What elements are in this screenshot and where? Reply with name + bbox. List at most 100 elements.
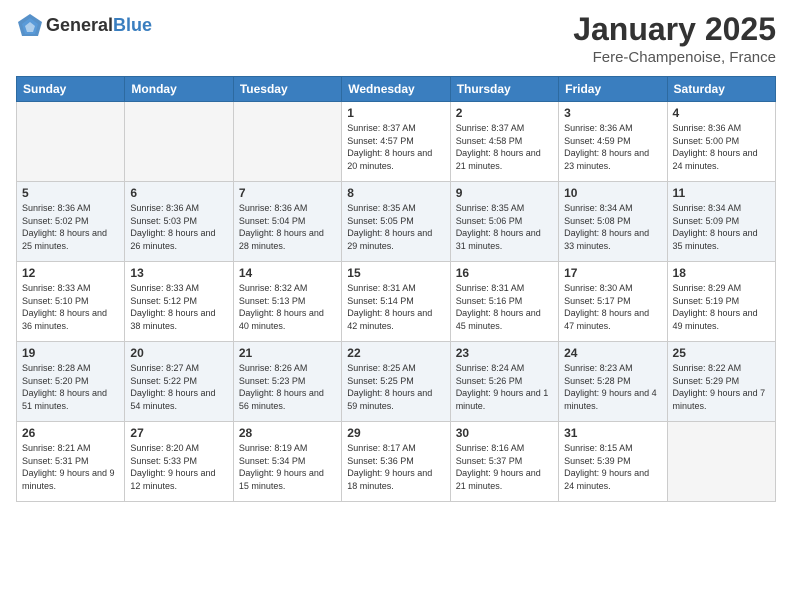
day-info: Sunrise: 8:37 AM Sunset: 4:57 PM Dayligh… — [347, 122, 444, 172]
calendar-cell: 9Sunrise: 8:35 AM Sunset: 5:06 PM Daylig… — [450, 182, 558, 262]
day-info: Sunrise: 8:34 AM Sunset: 5:08 PM Dayligh… — [564, 202, 661, 252]
calendar-cell: 24Sunrise: 8:23 AM Sunset: 5:28 PM Dayli… — [559, 342, 667, 422]
day-number: 27 — [130, 426, 227, 440]
calendar-cell: 5Sunrise: 8:36 AM Sunset: 5:02 PM Daylig… — [17, 182, 125, 262]
day-number: 11 — [673, 186, 770, 200]
calendar-cell: 11 Sunrise: 8:34 AM Sunset: 5:09 PM Dayli… — [667, 182, 775, 262]
week-row-2: 5Sunrise: 8:36 AM Sunset: 5:02 PM Daylig… — [17, 182, 776, 262]
calendar-cell: 29Sunrise: 8:17 AM Sunset: 5:36 PM Dayli… — [342, 422, 450, 502]
calendar-cell: 16 Sunrise: 8:31 AM Sunset: 5:16 PM Dayli… — [450, 262, 558, 342]
weekday-header-row: SundayMondayTuesdayWednesdayThursdayFrid… — [17, 77, 776, 102]
day-number: 17 — [564, 266, 661, 280]
day-number: 23 — [456, 346, 553, 360]
day-info: Sunrise: 8:31 AM Sunset: 5:16 PM Dayligh… — [456, 282, 553, 332]
day-info: Sunrise: 8:35 AM Sunset: 5:05 PM Dayligh… — [347, 202, 444, 252]
calendar-cell: 1Sunrise: 8:37 AM Sunset: 4:57 PM Daylig… — [342, 102, 450, 182]
calendar-cell — [17, 102, 125, 182]
day-number: 26 — [22, 426, 119, 440]
weekday-header-sunday: Sunday — [17, 77, 125, 102]
location-title: Fere-Champenoise, France — [573, 49, 776, 66]
calendar-cell: 23Sunrise: 8:24 AM Sunset: 5:26 PM Dayli… — [450, 342, 558, 422]
day-info: Sunrise: 8:35 AM Sunset: 5:06 PM Dayligh… — [456, 202, 553, 252]
calendar-cell: 26 Sunrise: 8:21 AM Sunset: 5:31 PM Dayli… — [17, 422, 125, 502]
calendar-cell: 18 Sunrise: 8:29 AM Sunset: 5:19 PM Dayli… — [667, 262, 775, 342]
calendar-cell: 13 Sunrise: 8:33 AM Sunset: 5:12 PM Dayli… — [125, 262, 233, 342]
header: GeneralBlue January 2025 Fere-Champenois… — [16, 12, 776, 66]
day-number: 22 — [347, 346, 444, 360]
day-info: Sunrise: 8:36 AM Sunset: 5:00 PM Dayligh… — [673, 122, 770, 172]
day-number: 2 — [456, 106, 553, 120]
day-number: 13 — [130, 266, 227, 280]
calendar-cell: 2 Sunrise: 8:37 AM Sunset: 4:58 PM Daylig… — [450, 102, 558, 182]
day-info: Sunrise: 8:29 AM Sunset: 5:19 PM Dayligh… — [673, 282, 770, 332]
weekday-header-monday: Monday — [125, 77, 233, 102]
week-row-5: 26 Sunrise: 8:21 AM Sunset: 5:31 PM Dayli… — [17, 422, 776, 502]
calendar-cell: 19Sunrise: 8:28 AM Sunset: 5:20 PM Dayli… — [17, 342, 125, 422]
calendar-cell — [125, 102, 233, 182]
weekday-header-friday: Friday — [559, 77, 667, 102]
logo-text: GeneralBlue — [46, 16, 152, 36]
calendar-cell: 25 Sunrise: 8:22 AM Sunset: 5:29 PM Dayli… — [667, 342, 775, 422]
day-info: Sunrise: 8:26 AM Sunset: 5:23 PM Dayligh… — [239, 362, 336, 412]
day-info: Sunrise: 8:33 AM Sunset: 5:10 PM Dayligh… — [22, 282, 119, 332]
weekday-header-tuesday: Tuesday — [233, 77, 341, 102]
day-info: Sunrise: 8:34 AM Sunset: 5:09 PM Dayligh… — [673, 202, 770, 252]
calendar-cell: 17 Sunrise: 8:30 AM Sunset: 5:17 PM Dayli… — [559, 262, 667, 342]
calendar-cell: 12Sunrise: 8:33 AM Sunset: 5:10 PM Dayli… — [17, 262, 125, 342]
day-info: Sunrise: 8:36 AM Sunset: 5:04 PM Dayligh… — [239, 202, 336, 252]
calendar-table: SundayMondayTuesdayWednesdayThursdayFrid… — [16, 76, 776, 502]
day-info: Sunrise: 8:16 AM Sunset: 5:37 PM Dayligh… — [456, 442, 553, 492]
day-info: Sunrise: 8:31 AM Sunset: 5:14 PM Dayligh… — [347, 282, 444, 332]
day-number: 31 — [564, 426, 661, 440]
calendar-cell: 21Sunrise: 8:26 AM Sunset: 5:23 PM Dayli… — [233, 342, 341, 422]
calendar-cell — [233, 102, 341, 182]
calendar-cell: 28 Sunrise: 8:19 AM Sunset: 5:34 PM Dayli… — [233, 422, 341, 502]
day-info: Sunrise: 8:30 AM Sunset: 5:17 PM Dayligh… — [564, 282, 661, 332]
day-number: 14 — [239, 266, 336, 280]
calendar-cell: 7 Sunrise: 8:36 AM Sunset: 5:04 PM Daylig… — [233, 182, 341, 262]
day-number: 3 — [564, 106, 661, 120]
day-info: Sunrise: 8:33 AM Sunset: 5:12 PM Dayligh… — [130, 282, 227, 332]
logo-blue: Blue — [113, 15, 152, 35]
calendar-cell: 14 Sunrise: 8:32 AM Sunset: 5:13 PM Dayli… — [233, 262, 341, 342]
day-number: 28 — [239, 426, 336, 440]
calendar-cell: 20 Sunrise: 8:27 AM Sunset: 5:22 PM Dayli… — [125, 342, 233, 422]
day-number: 10 — [564, 186, 661, 200]
day-info: Sunrise: 8:32 AM Sunset: 5:13 PM Dayligh… — [239, 282, 336, 332]
week-row-1: 1Sunrise: 8:37 AM Sunset: 4:57 PM Daylig… — [17, 102, 776, 182]
calendar-cell — [667, 422, 775, 502]
logo: GeneralBlue — [16, 12, 152, 40]
day-info: Sunrise: 8:15 AM Sunset: 5:39 PM Dayligh… — [564, 442, 661, 492]
day-info: Sunrise: 8:36 AM Sunset: 5:03 PM Dayligh… — [130, 202, 227, 252]
calendar-cell: 15Sunrise: 8:31 AM Sunset: 5:14 PM Dayli… — [342, 262, 450, 342]
day-number: 25 — [673, 346, 770, 360]
day-info: Sunrise: 8:27 AM Sunset: 5:22 PM Dayligh… — [130, 362, 227, 412]
day-number: 30 — [456, 426, 553, 440]
day-number: 20 — [130, 346, 227, 360]
day-number: 6 — [130, 186, 227, 200]
day-info: Sunrise: 8:17 AM Sunset: 5:36 PM Dayligh… — [347, 442, 444, 492]
calendar-cell: 10 Sunrise: 8:34 AM Sunset: 5:08 PM Dayli… — [559, 182, 667, 262]
month-title: January 2025 — [573, 12, 776, 47]
day-number: 16 — [456, 266, 553, 280]
day-info: Sunrise: 8:22 AM Sunset: 5:29 PM Dayligh… — [673, 362, 770, 412]
day-number: 4 — [673, 106, 770, 120]
week-row-4: 19Sunrise: 8:28 AM Sunset: 5:20 PM Dayli… — [17, 342, 776, 422]
day-info: Sunrise: 8:23 AM Sunset: 5:28 PM Dayligh… — [564, 362, 661, 412]
day-number: 7 — [239, 186, 336, 200]
calendar-cell: 4 Sunrise: 8:36 AM Sunset: 5:00 PM Daylig… — [667, 102, 775, 182]
day-info: Sunrise: 8:36 AM Sunset: 4:59 PM Dayligh… — [564, 122, 661, 172]
weekday-header-wednesday: Wednesday — [342, 77, 450, 102]
weekday-header-saturday: Saturday — [667, 77, 775, 102]
title-area: January 2025 Fere-Champenoise, France — [573, 12, 776, 66]
day-info: Sunrise: 8:37 AM Sunset: 4:58 PM Dayligh… — [456, 122, 553, 172]
day-number: 18 — [673, 266, 770, 280]
calendar-cell: 22 Sunrise: 8:25 AM Sunset: 5:25 PM Dayli… — [342, 342, 450, 422]
page: GeneralBlue January 2025 Fere-Champenois… — [0, 0, 792, 612]
day-info: Sunrise: 8:25 AM Sunset: 5:25 PM Dayligh… — [347, 362, 444, 412]
day-info: Sunrise: 8:20 AM Sunset: 5:33 PM Dayligh… — [130, 442, 227, 492]
day-number: 5 — [22, 186, 119, 200]
day-info: Sunrise: 8:21 AM Sunset: 5:31 PM Dayligh… — [22, 442, 119, 492]
day-info: Sunrise: 8:19 AM Sunset: 5:34 PM Dayligh… — [239, 442, 336, 492]
calendar-cell: 30 Sunrise: 8:16 AM Sunset: 5:37 PM Dayli… — [450, 422, 558, 502]
